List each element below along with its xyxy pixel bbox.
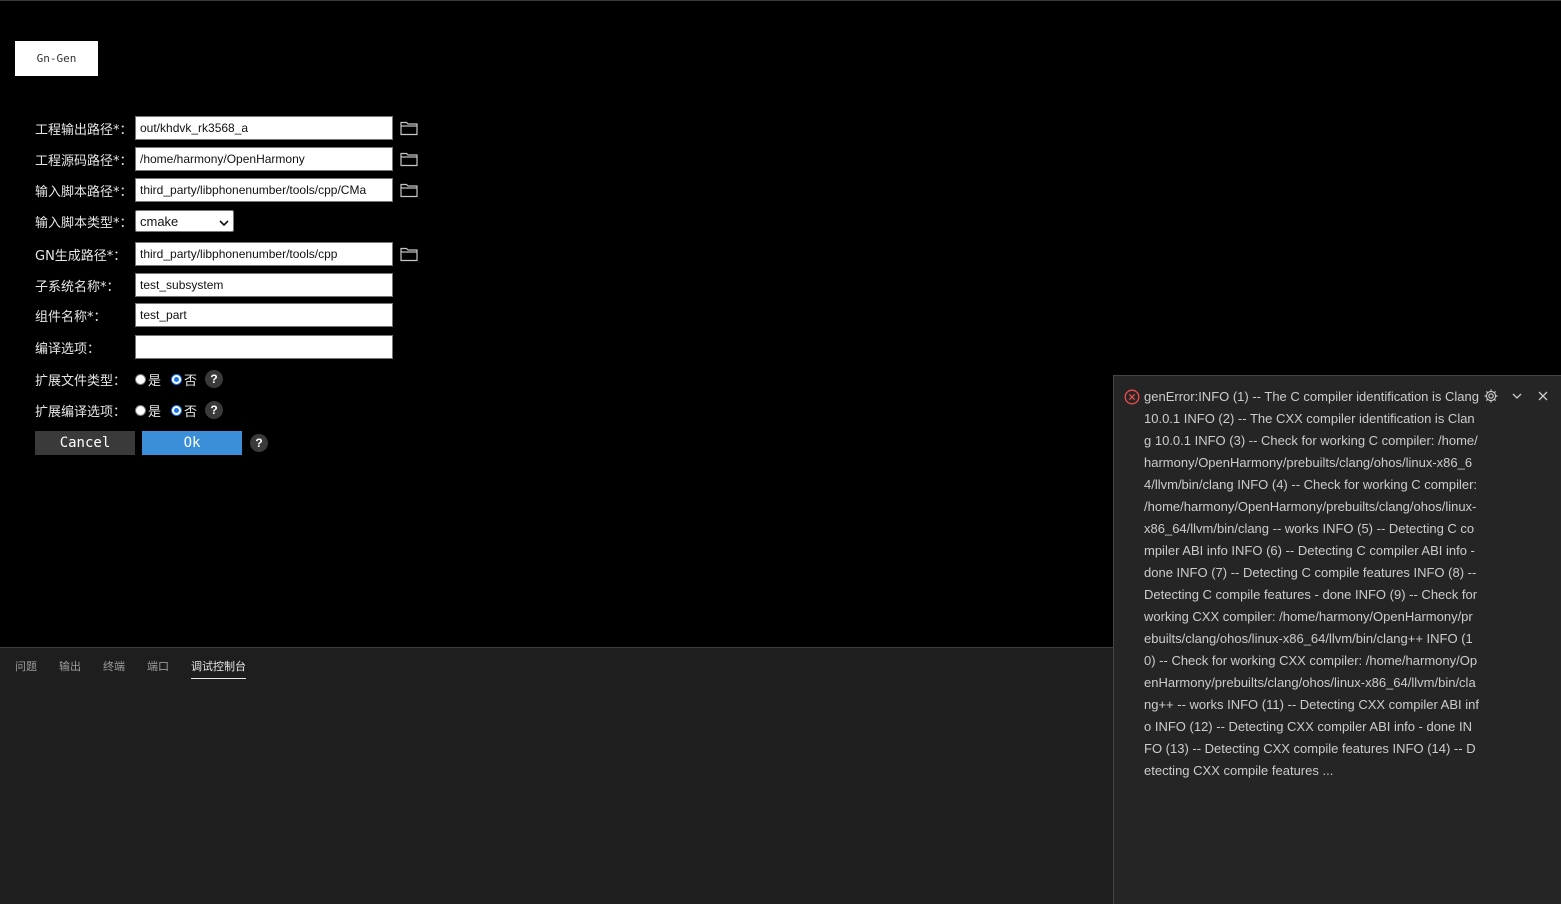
tab-output[interactable]: 输出 <box>59 658 81 679</box>
notification-message: genError:INFO (1) -- The C compiler iden… <box>1144 389 1479 778</box>
component-row: 组件名称*： test_part <box>35 303 393 327</box>
notification-actions <box>1483 388 1551 404</box>
script-type-row: 输入脚本类型*： cmake <box>35 209 234 233</box>
cancel-button[interactable]: Cancel <box>35 431 135 455</box>
compile-opts-row: 编译选项： <box>35 335 393 359</box>
error-icon <box>1124 389 1140 405</box>
ext-file-type-row: 扩展文件类型： 是 否 ? <box>35 367 224 391</box>
ext-compile-opts-row: 扩展编译选项： 是 否 ? <box>35 398 224 422</box>
ext-file-type-yes-label: 是 <box>148 373 162 389</box>
chevron-down-icon[interactable] <box>1509 388 1525 404</box>
ext-compile-opts-no-radio[interactable] <box>171 404 183 416</box>
compile-opts-label: 编译选项： <box>35 341 101 357</box>
ext-file-type-radios: 是 否 ? <box>135 370 224 389</box>
script-path-input[interactable]: third_party/libphonenumber/tools/cpp/CMa <box>135 178 393 202</box>
folder-icon[interactable] <box>400 182 418 198</box>
gn-path-label: GN生成路径*： <box>35 248 127 264</box>
component-label: 组件名称*： <box>35 309 107 325</box>
component-input[interactable]: test_part <box>135 303 393 327</box>
tab-ports[interactable]: 端口 <box>147 658 169 679</box>
script-path-label: 输入脚本路径*： <box>35 184 133 200</box>
gn-gen-tab[interactable]: Gn-Gen <box>15 41 98 76</box>
tab-terminal[interactable]: 终端 <box>103 658 125 679</box>
ext-compile-opts-yes-radio[interactable] <box>135 404 146 416</box>
ext-file-type-no-radio[interactable] <box>171 373 183 385</box>
help-icon[interactable]: ? <box>205 370 224 388</box>
script-type-value: cmake <box>140 213 179 229</box>
source-path-label: 工程源码路径*： <box>35 153 133 169</box>
subsystem-row: 子系统名称*： test_subsystem <box>35 273 393 297</box>
folder-icon[interactable] <box>400 246 418 262</box>
ok-button[interactable]: Ok <box>142 431 242 455</box>
subsystem-label: 子系统名称*： <box>35 279 120 295</box>
ext-compile-opts-no-label: 否 <box>184 404 198 420</box>
help-icon[interactable]: ? <box>205 401 224 419</box>
close-icon[interactable] <box>1535 388 1551 404</box>
tab-debug-console[interactable]: 调试控制台 <box>191 658 246 679</box>
gn-path-input[interactable]: third_party/libphonenumber/tools/cpp <box>135 242 393 266</box>
script-path-row: 输入脚本路径*： third_party/libphonenumber/tool… <box>35 178 418 202</box>
script-type-select[interactable]: cmake <box>135 210 234 232</box>
subsystem-input[interactable]: test_subsystem <box>135 273 393 297</box>
folder-icon[interactable] <box>400 120 418 136</box>
output-path-label: 工程输出路径*： <box>35 122 133 138</box>
ext-compile-opts-label: 扩展编译选项： <box>35 404 127 420</box>
ext-compile-opts-yes-label: 是 <box>148 404 162 420</box>
output-path-row: 工程输出路径*： out/khdvk_rk3568_a <box>35 116 418 140</box>
script-type-label: 输入脚本类型*： <box>35 215 133 231</box>
action-row: Cancel Ok ? <box>35 431 268 455</box>
ext-file-type-yes-radio[interactable] <box>135 373 146 385</box>
ext-file-type-label: 扩展文件类型： <box>35 373 127 389</box>
compile-opts-input[interactable] <box>135 335 393 359</box>
folder-icon[interactable] <box>400 151 418 167</box>
ext-file-type-no-label: 否 <box>184 373 198 389</box>
tab-problems[interactable]: 问题 <box>15 658 37 679</box>
help-icon[interactable]: ? <box>250 434 268 452</box>
source-path-row: 工程源码路径*： /home/harmony/OpenHarmony <box>35 147 418 171</box>
app-window: Gn-Gen 工程输出路径*： out/khdvk_rk3568_a 工程源码路… <box>0 0 1561 904</box>
output-path-input[interactable]: out/khdvk_rk3568_a <box>135 116 393 140</box>
source-path-input[interactable]: /home/harmony/OpenHarmony <box>135 147 393 171</box>
error-notification: genError:INFO (1) -- The C compiler iden… <box>1113 375 1561 904</box>
ext-compile-opts-radios: 是 否 ? <box>135 401 224 420</box>
gear-icon[interactable] <box>1483 388 1499 404</box>
chevron-down-icon <box>219 214 229 229</box>
gn-path-row: GN生成路径*： third_party/libphonenumber/tool… <box>35 242 418 266</box>
panel-tabs: 问题 输出 终端 端口 调试控制台 <box>15 658 246 679</box>
